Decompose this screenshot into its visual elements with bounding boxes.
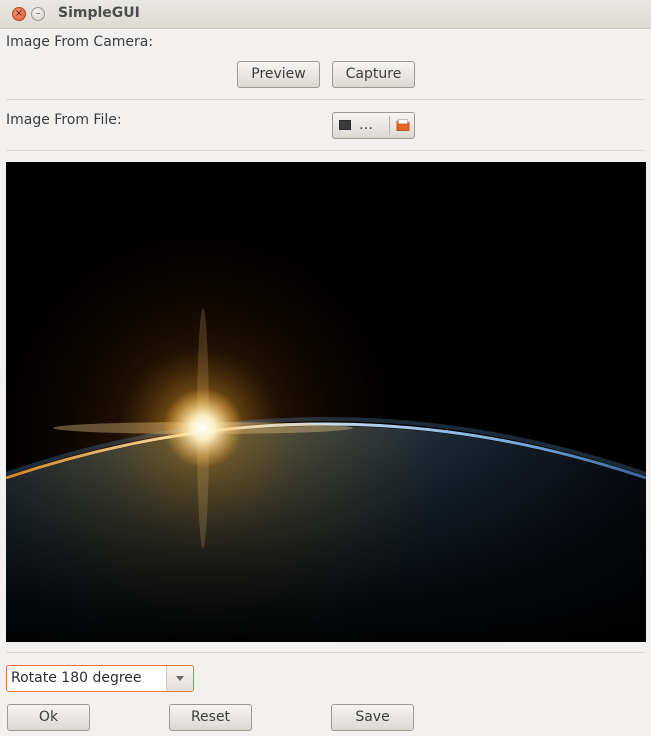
capture-button[interactable]: Capture xyxy=(332,61,415,88)
file-section-label: Image From File: xyxy=(6,112,122,128)
chevron-down-icon xyxy=(176,676,184,681)
minimize-icon: – xyxy=(35,8,41,19)
separator-file xyxy=(6,150,645,151)
separator-camera xyxy=(6,99,645,100)
window-title: SimpleGUI xyxy=(58,5,140,21)
file-chooser-text: … xyxy=(359,117,373,133)
close-icon: × xyxy=(14,8,24,19)
camera-section-label: Image From Camera: xyxy=(6,34,154,50)
close-window-button[interactable]: × xyxy=(12,7,26,21)
minimize-window-button[interactable]: – xyxy=(31,7,45,21)
file-chooser-button[interactable]: … xyxy=(332,112,415,139)
ok-button[interactable]: Ok xyxy=(7,704,90,731)
rotate-dropdown-value: Rotate 180 degree xyxy=(11,670,142,686)
earth-sunrise-image xyxy=(6,162,646,642)
title-bar[interactable]: × – SimpleGUI xyxy=(0,0,651,29)
separator-image xyxy=(6,652,645,653)
dropdown-toggle-button[interactable] xyxy=(166,666,193,691)
folder-icon xyxy=(396,119,410,131)
simplegui-window: × – SimpleGUI Image From Camera: Preview… xyxy=(0,0,651,736)
reset-button[interactable]: Reset xyxy=(169,704,252,731)
preview-button[interactable]: Preview xyxy=(237,61,320,88)
save-button[interactable]: Save xyxy=(331,704,414,731)
rotate-dropdown[interactable]: Rotate 180 degree xyxy=(6,665,194,692)
file-chooser-divider xyxy=(389,116,390,135)
document-icon xyxy=(339,120,351,130)
image-display xyxy=(6,162,646,642)
